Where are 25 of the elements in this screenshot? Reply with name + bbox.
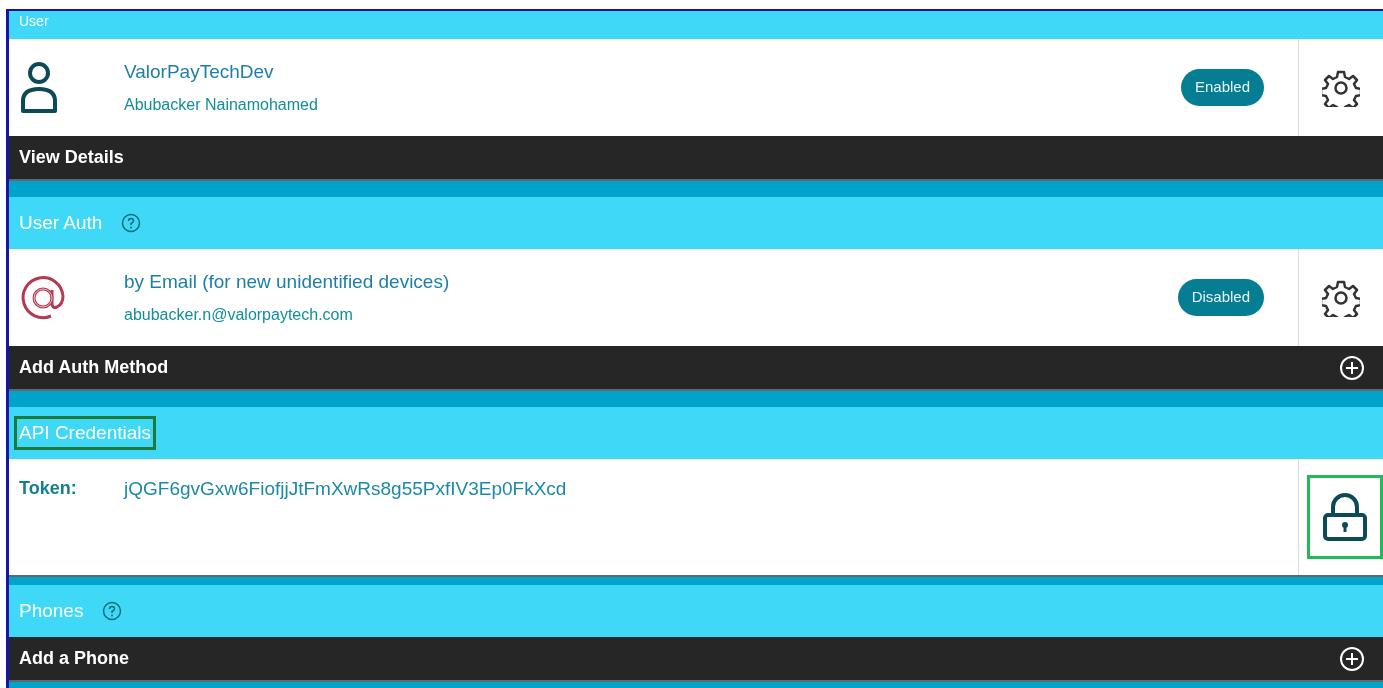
help-icon[interactable]: [102, 601, 123, 621]
token-value: jQGF6gvGxw6FiofjjJtFmXwRs8g55PxfIV3Ep0FkXcd: [124, 477, 567, 501]
footer-link[interactable]: View Details: [19, 144, 124, 171]
account-detail: Abubacker Nainamohamed: [124, 94, 319, 115]
section-title: API Credentials: [14, 415, 156, 451]
lock-button[interactable]: [1307, 475, 1383, 559]
settings-icon[interactable]: [1322, 278, 1360, 317]
footer-link[interactable]: Add Auth Method: [19, 354, 169, 381]
section-title: User Auth: [18, 210, 104, 235]
footer-link[interactable]: Add a Phone: [19, 645, 129, 672]
token-label: Token:: [19, 477, 78, 500]
help-icon[interactable]: [121, 213, 142, 233]
person-icon: [19, 60, 59, 115]
status-badge: Disabled: [1177, 279, 1264, 316]
account-detail: abubacker.n@valorpaytech.com: [124, 304, 354, 325]
lock-icon[interactable]: [1322, 493, 1368, 541]
add-icon[interactable]: [1339, 354, 1365, 381]
settings-icon[interactable]: [1322, 68, 1360, 107]
section-title: User: [18, 12, 50, 31]
at-icon: [19, 273, 67, 322]
account-name: ValorPayTechDev: [124, 60, 275, 85]
add-icon[interactable]: [1339, 645, 1365, 672]
status-badge: Enabled: [1180, 69, 1264, 106]
section-title: Phones: [18, 598, 85, 623]
account-name: by Email (for new unidentified devices): [124, 270, 451, 295]
